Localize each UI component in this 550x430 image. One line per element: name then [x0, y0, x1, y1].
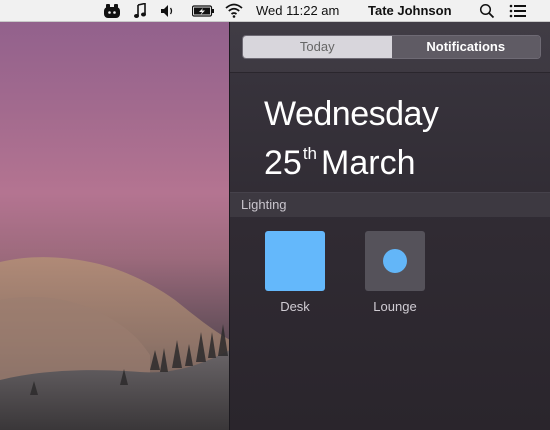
- desk-light-toggle[interactable]: [265, 231, 325, 291]
- music-note-icon[interactable]: [134, 0, 146, 22]
- desk-light-label: Desk: [280, 299, 310, 314]
- date-day: 25: [264, 144, 302, 182]
- spotlight-search-icon[interactable]: [479, 0, 495, 22]
- lighting-section-header[interactable]: Lighting: [230, 192, 550, 217]
- date-ordinal: th: [302, 144, 318, 163]
- lounge-light-toggle[interactable]: [365, 231, 425, 291]
- light-indicator-icon: [383, 249, 407, 273]
- lounge-light-label: Lounge: [373, 299, 417, 314]
- notification-center-panel: Today Notifications Wednesday 25th March …: [229, 22, 550, 430]
- date-day-month: 25th March: [264, 133, 415, 184]
- mountain-landscape: [0, 257, 230, 430]
- view-segmented-control: Today Notifications: [242, 35, 541, 59]
- tab-today[interactable]: Today: [243, 36, 392, 58]
- menubar-clock[interactable]: Wed 11:22 am: [256, 0, 339, 22]
- app-status-icon[interactable]: [103, 0, 121, 22]
- wifi-icon[interactable]: [225, 0, 243, 22]
- menubar-user-name[interactable]: Tate Johnson: [368, 0, 452, 22]
- date-month: March: [321, 144, 416, 182]
- lighting-section-title: Lighting: [241, 197, 287, 212]
- battery-charging-icon[interactable]: [192, 0, 216, 22]
- menu-bar: Wed 11:22 am Tate Johnson: [0, 0, 550, 22]
- date-weekday: Wednesday: [264, 95, 439, 133]
- tab-notifications[interactable]: Notifications: [391, 36, 540, 58]
- volume-icon[interactable]: [160, 0, 176, 22]
- notification-center-icon[interactable]: [509, 0, 527, 22]
- notification-center-header: Today Notifications: [230, 22, 550, 73]
